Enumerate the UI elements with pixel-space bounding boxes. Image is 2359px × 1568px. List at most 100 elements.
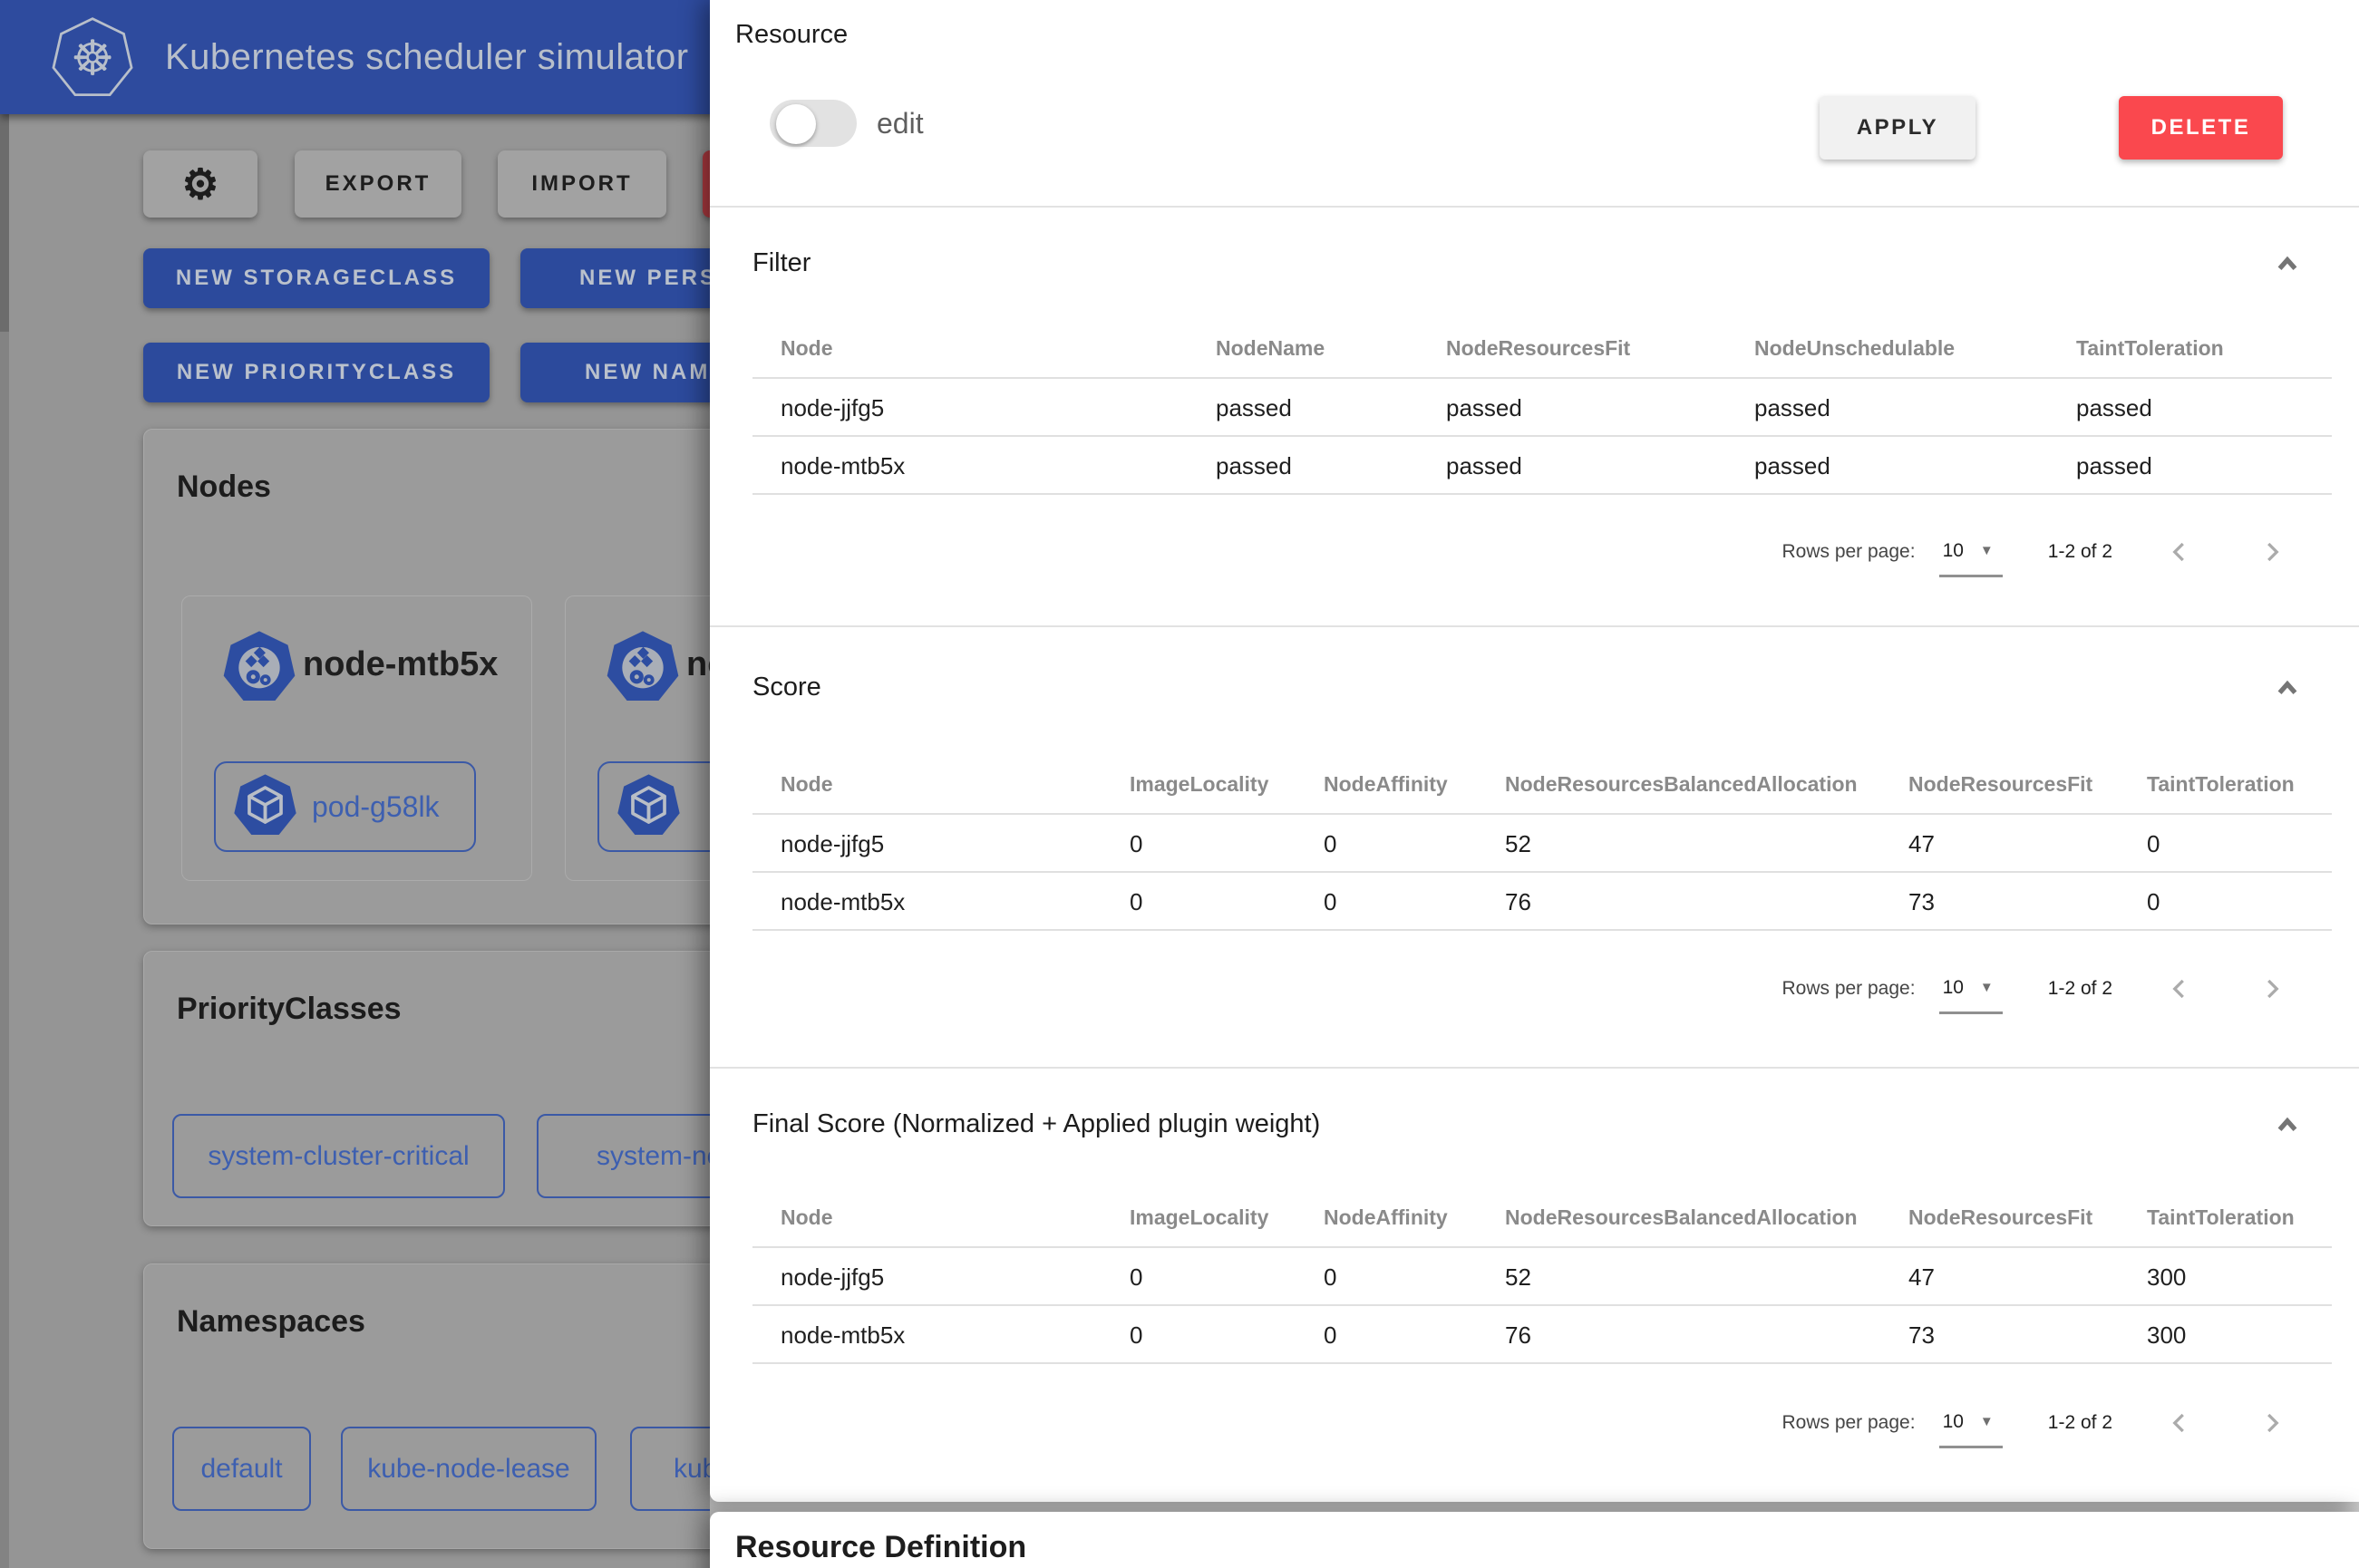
filter-collapse-button[interactable] <box>2267 247 2307 286</box>
new-priorityclass-button[interactable]: NEW PRIORITYCLASS <box>143 343 490 402</box>
page-scrollbar-thumb[interactable] <box>0 114 9 332</box>
column-header: TaintToleration <box>2147 1205 2295 1230</box>
page-range: 1-2 of 2 <box>2048 1412 2112 1434</box>
next-page-button[interactable] <box>2252 532 2292 572</box>
column-header: NodeResourcesFit <box>1446 336 1630 361</box>
rows-per-page-select[interactable]: 10 ▼ <box>1939 527 2003 577</box>
cell: 0 <box>1130 1248 1142 1306</box>
app: ☸ Kubernetes scheduler simulator ⚙ EXPOR… <box>0 0 2359 1568</box>
divider <box>710 625 2359 627</box>
chevron-up-icon <box>2270 247 2305 286</box>
column-header: ImageLocality <box>1130 1205 1268 1230</box>
import-button[interactable]: IMPORT <box>498 150 666 218</box>
cell: passed <box>1446 379 1522 437</box>
final-score-collapse-button[interactable] <box>2267 1108 2307 1147</box>
export-button[interactable]: EXPORT <box>295 150 461 218</box>
dropdown-arrow-icon: ▼ <box>1980 980 1994 995</box>
cell: 300 <box>2147 1248 2186 1306</box>
resource-definition-card: Resource Definition <box>710 1512 2359 1568</box>
divider <box>710 1067 2359 1069</box>
cell: 47 <box>1908 1248 1935 1306</box>
edit-toggle-knob[interactable] <box>776 104 816 144</box>
divider <box>710 206 2359 208</box>
page-range: 1-2 of 2 <box>2048 541 2112 563</box>
table-header-row: Node ImageLocality NodeAffinity NodeReso… <box>752 734 2332 815</box>
chevron-up-icon <box>2270 672 2305 711</box>
pod-chip[interactable]: pod-g58lk <box>214 761 476 852</box>
cell: node-jjfg5 <box>781 379 884 437</box>
resource-definition-title: Resource Definition <box>735 1530 1026 1565</box>
pod-icon <box>616 770 682 844</box>
cell: 0 <box>2147 873 2160 931</box>
nodes-panel: Nodes node-mtb5x <box>143 429 778 924</box>
cell: 52 <box>1505 1248 1531 1306</box>
table-row: node-mtb5x 0 0 76 73 300 <box>752 1306 2332 1364</box>
score-section-title: Score <box>752 673 821 702</box>
table-header-row: Node NodeName NodeResourcesFit NodeUnsch… <box>752 323 2332 379</box>
kubernetes-logo-icon: ☸ <box>51 14 134 101</box>
column-header: Node <box>781 1205 833 1230</box>
namespaces-title: Namespaces <box>177 1304 365 1340</box>
rows-per-page-select[interactable]: 10 ▼ <box>1939 1398 2003 1448</box>
cell: 0 <box>2147 815 2160 873</box>
page-scrollbar-track[interactable] <box>0 114 9 1568</box>
namespaces-panel: Namespaces default kube-node-lease kube <box>143 1263 778 1549</box>
prev-page-button[interactable] <box>2160 969 2199 1009</box>
next-page-button[interactable] <box>2252 969 2292 1009</box>
prev-page-button[interactable] <box>2160 532 2199 572</box>
column-header: TaintToleration <box>2147 772 2295 797</box>
dropdown-arrow-icon: ▼ <box>1980 1414 1994 1429</box>
cell: 0 <box>1324 1248 1336 1306</box>
cell: node-mtb5x <box>781 873 905 931</box>
next-page-button[interactable] <box>2252 1403 2292 1443</box>
cell: 73 <box>1908 1306 1935 1364</box>
chevron-up-icon <box>2270 1108 2305 1147</box>
table-row: node-mtb5x 0 0 76 73 0 <box>752 873 2332 931</box>
namespace-chip[interactable]: kube-node-lease <box>341 1427 597 1511</box>
table-row: node-jjfg5 0 0 52 47 0 <box>752 815 2332 873</box>
pod-name: pod-g58lk <box>312 790 440 824</box>
cell: 0 <box>1324 1306 1336 1364</box>
table-row: node-jjfg5 0 0 52 47 300 <box>752 1248 2332 1306</box>
cell: 76 <box>1505 873 1531 931</box>
new-storageclass-button[interactable]: NEW STORAGECLASS <box>143 248 490 308</box>
pod-icon <box>232 770 298 844</box>
cell: node-mtb5x <box>781 1306 905 1364</box>
node-card[interactable]: node-mtb5x pod-g58lk <box>181 595 532 881</box>
dropdown-arrow-icon: ▼ <box>1980 543 1994 558</box>
node-name: node-mtb5x <box>303 633 498 696</box>
cell: passed <box>1754 437 1830 495</box>
node-icon <box>605 626 681 711</box>
page-range: 1-2 of 2 <box>2048 978 2112 1000</box>
filter-section-title: Filter <box>752 248 811 278</box>
resource-drawer: Resource edit APPLY DELETE Filter Node N… <box>710 0 2359 1568</box>
prev-page-button[interactable] <box>2160 1403 2199 1443</box>
priorityclass-chip[interactable]: system-cluster-critical <box>172 1114 505 1198</box>
apply-button[interactable]: APPLY <box>1820 96 1976 160</box>
cell: passed <box>1754 379 1830 437</box>
settings-button[interactable]: ⚙ <box>143 150 257 218</box>
table-row: node-mtb5x passed passed passed passed <box>752 437 2332 495</box>
cell: 76 <box>1505 1306 1531 1364</box>
cell: node-jjfg5 <box>781 815 884 873</box>
score-table: Node ImageLocality NodeAffinity NodeReso… <box>752 734 2332 931</box>
table-row: node-jjfg5 passed passed passed passed <box>752 379 2332 437</box>
rows-per-page-label: Rows per page: <box>1781 541 1915 563</box>
svg-text:☸: ☸ <box>71 32 114 85</box>
cell: node-mtb5x <box>781 437 905 495</box>
rows-per-page-select[interactable]: 10 ▼ <box>1939 963 2003 1014</box>
score-collapse-button[interactable] <box>2267 671 2307 711</box>
column-header: NodeName <box>1216 336 1325 361</box>
resource-title: Resource <box>735 20 848 50</box>
final-score-section-title: Final Score (Normalized + Applied plugin… <box>752 1109 1320 1139</box>
cell: 0 <box>1130 815 1142 873</box>
delete-button[interactable]: DELETE <box>2119 96 2283 160</box>
column-header: NodeResourcesFit <box>1908 772 2092 797</box>
column-header: TaintToleration <box>2076 336 2224 361</box>
namespace-chip[interactable]: default <box>172 1427 311 1511</box>
cell: 0 <box>1130 1306 1142 1364</box>
column-header: Node <box>781 336 833 361</box>
final-score-pagination: Rows per page: 10 ▼ 1-2 of 2 <box>752 1392 2332 1454</box>
cell: node-jjfg5 <box>781 1248 884 1306</box>
column-header: NodeUnschedulable <box>1754 336 1955 361</box>
